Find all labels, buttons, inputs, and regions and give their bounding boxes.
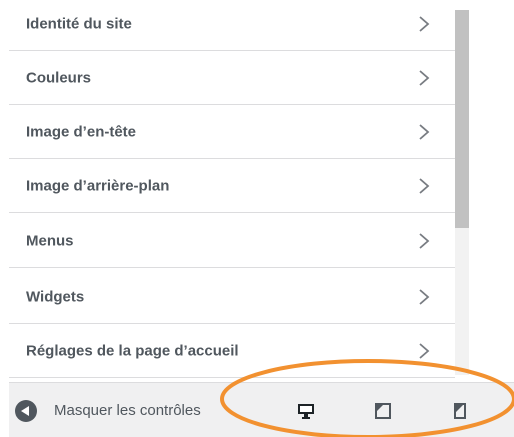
device-preview-buttons	[295, 383, 471, 437]
customizer-page: Identité du site Couleurs Image d’en-têt…	[0, 0, 514, 437]
section-label: Couleurs	[26, 69, 92, 86]
section-widgets[interactable]: Widgets	[9, 270, 455, 324]
scrollbar-thumb[interactable]	[455, 10, 469, 228]
preview-mobile-button[interactable]	[449, 400, 471, 422]
section-label: Image d’en-tête	[26, 123, 137, 140]
arrow-left-circle-icon	[15, 399, 37, 422]
chevron-right-icon	[419, 177, 430, 194]
section-background-image[interactable]: Image d’arrière-plan	[9, 159, 455, 213]
section-menus[interactable]: Menus	[9, 214, 455, 268]
desktop-icon	[298, 403, 314, 419]
mobile-icon	[454, 402, 466, 419]
section-homepage-settings[interactable]: Réglages de la page d’accueil	[9, 324, 455, 378]
section-header-image[interactable]: Image d’en-tête	[9, 105, 455, 159]
collapse-sidebar-label: Masquer les contrôles	[54, 402, 201, 419]
chevron-right-icon	[419, 69, 430, 86]
preview-tablet-button[interactable]	[372, 400, 394, 422]
chevron-right-icon	[419, 15, 430, 32]
section-label: Identité du site	[26, 15, 132, 32]
chevron-right-icon	[419, 232, 430, 249]
customizer-footer: Masquer les contrôles	[9, 382, 514, 437]
chevron-right-icon	[419, 342, 430, 359]
section-colors[interactable]: Couleurs	[9, 51, 455, 105]
tablet-icon	[375, 402, 391, 419]
section-label: Widgets	[26, 288, 85, 305]
section-site-identity[interactable]: Identité du site	[9, 0, 455, 51]
collapse-sidebar-button[interactable]: Masquer les contrôles	[15, 383, 201, 437]
customizer-sections-list: Identité du site Couleurs Image d’en-têt…	[9, 0, 455, 382]
section-label: Image d’arrière-plan	[26, 177, 170, 194]
chevron-right-icon	[419, 123, 430, 140]
preview-desktop-button[interactable]	[295, 400, 317, 422]
section-label: Réglages de la page d’accueil	[26, 342, 239, 359]
chevron-right-icon	[419, 288, 430, 305]
customizer-panel: Identité du site Couleurs Image d’en-têt…	[9, 0, 455, 437]
section-label: Menus	[26, 232, 74, 249]
